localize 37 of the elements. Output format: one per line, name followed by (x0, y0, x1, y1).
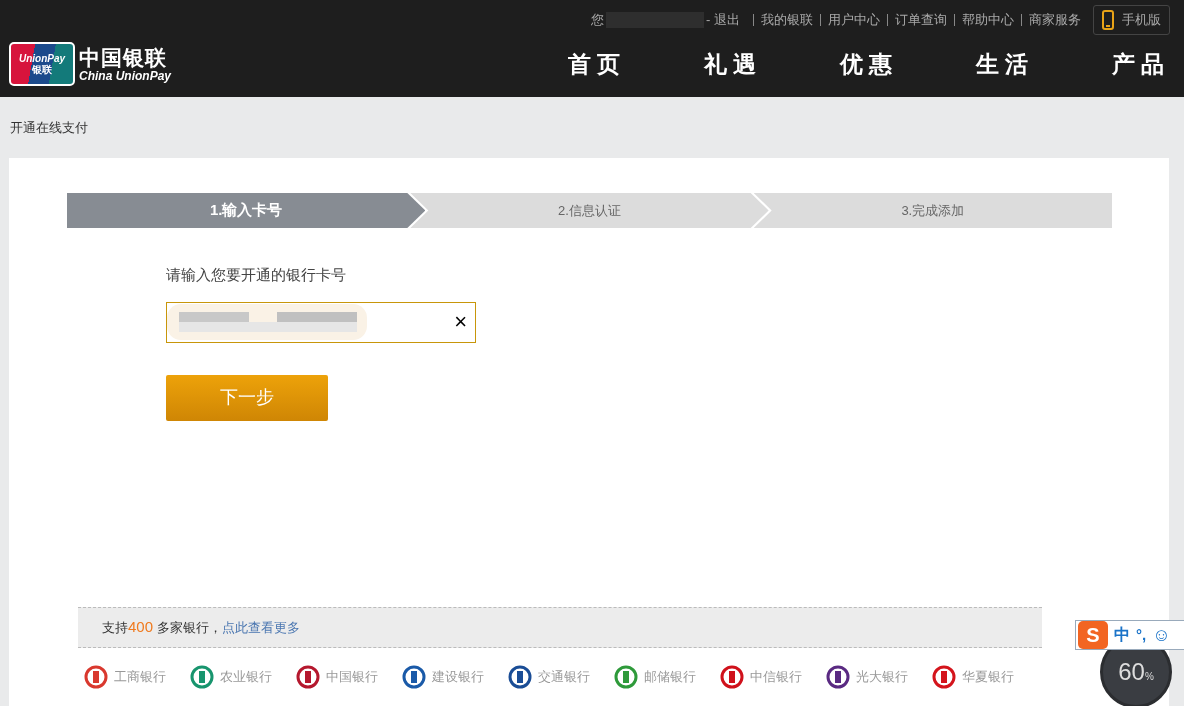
nav-item[interactable]: 首页 (568, 46, 626, 82)
nav-item[interactable]: 产品 (1112, 46, 1170, 82)
greeting-text: 您 (591, 11, 605, 30)
logout-link[interactable]: - 退出 (706, 10, 740, 30)
clear-button[interactable]: × (454, 311, 467, 333)
banks-notice-text: 支持400 多家银行， (102, 617, 222, 638)
more-banks-link[interactable]: 点此查看更多 (221, 617, 300, 638)
nav-item[interactable]: 礼遇 (704, 46, 762, 82)
card-number-label: 请输入您要开通的银行卡号 (166, 265, 347, 285)
speed-unit: % (1144, 670, 1154, 684)
bank-name: 交通银行 (538, 668, 590, 687)
nav-item[interactable]: 生活 (976, 46, 1034, 82)
bank-name: 邮储银行 (644, 668, 696, 687)
bank-name: 工商银行 (114, 668, 166, 687)
ime-emoji[interactable]: ☺ (1152, 621, 1171, 649)
brand-name-english: China UnionPay (79, 69, 171, 82)
speed-value: 60 (1118, 657, 1145, 687)
nav-item[interactable]: 优惠 (840, 46, 898, 82)
phone-icon (1102, 10, 1114, 30)
bank-name: 农业银行 (220, 668, 272, 687)
header-link[interactable]: 用户中心 (828, 10, 880, 30)
header-link[interactable]: 帮助中心 (962, 10, 1014, 30)
bank-name: 建设银行 (432, 668, 484, 687)
ime-mode[interactable]: 中 (1114, 623, 1130, 647)
card-number-field[interactable]: × (166, 301, 476, 343)
header-link[interactable]: 订单查询 (895, 10, 947, 30)
ime-punctuation[interactable]: °, (1136, 623, 1147, 647)
header-link[interactable]: 商家服务 (1029, 10, 1081, 30)
bank-name: 光大银行 (856, 668, 908, 687)
breadcrumb-title: 开通在线支付 (10, 118, 88, 137)
bank-name: 中国银行 (326, 668, 378, 687)
header-link[interactable]: 我的银联 (761, 10, 813, 30)
mobile-version-button[interactable]: 手机版 (1093, 5, 1170, 35)
logo-text: 银联 (32, 63, 52, 76)
brand-name: 中国银联 (79, 46, 168, 68)
bank-name: 中信银行 (750, 668, 802, 687)
bank-name: 华夏银行 (962, 668, 1014, 687)
